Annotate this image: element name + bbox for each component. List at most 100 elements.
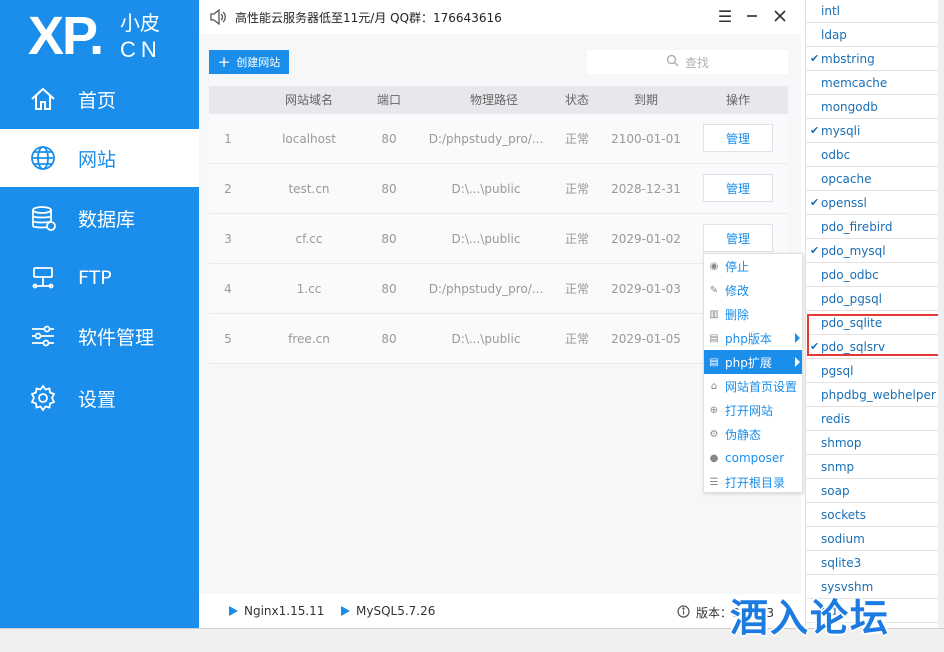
- extension-item-intl[interactable]: intl: [806, 0, 939, 23]
- nginx-status[interactable]: Nginx1.15.11: [229, 604, 324, 618]
- sidebar-item-software[interactable]: 软件管理: [0, 307, 199, 365]
- menu-item-label: 网站首页设置: [725, 379, 798, 394]
- menu-item-php-version[interactable]: ▤ php版本: [704, 326, 802, 350]
- menu-item-label: composer: [725, 451, 785, 465]
- menu-item-open-website[interactable]: ⊕ 打开网站: [704, 398, 802, 422]
- extension-item-mysqli[interactable]: ✔ mysqli: [806, 120, 939, 143]
- extension-label: redis: [821, 412, 851, 426]
- watermark-text: 酒入论坛: [730, 596, 891, 640]
- gear-icon: [28, 383, 58, 413]
- row-domain: localhost: [282, 132, 336, 146]
- search-placeholder: 查找: [684, 55, 709, 70]
- mysql-status[interactable]: MySQL5.7.26: [341, 604, 435, 618]
- globe-icon: ⊕: [709, 404, 719, 416]
- extension-item-openssl[interactable]: ✔ openssl: [806, 192, 939, 215]
- row-status: 正常: [564, 232, 589, 246]
- edit-icon: ✎: [709, 284, 719, 296]
- extension-item-pdo-firebird[interactable]: pdo_firebird: [806, 216, 939, 239]
- table-row[interactable]: 2 test.cn 80 D:\...\public 正常 2028-12-31…: [209, 164, 788, 214]
- extension-label: intl: [821, 4, 840, 18]
- extension-item-sodium[interactable]: sodium: [806, 528, 939, 551]
- submenu-arrow-icon: [795, 333, 800, 343]
- extension-label: mongodb: [821, 100, 878, 114]
- menu-item-rewrite[interactable]: ⚙ 伪静态: [704, 422, 802, 446]
- extension-item-redis[interactable]: redis: [806, 408, 939, 431]
- menu-item-open-root[interactable]: ☰ 打开根目录: [704, 470, 802, 494]
- row-path: D:/phpstudy_pro/...: [428, 282, 544, 296]
- extension-label: pdo_mysql: [821, 244, 886, 258]
- extension-item-phpdbg-webhelper[interactable]: phpdbg_webhelper: [806, 384, 939, 407]
- close-icon[interactable]: [770, 6, 790, 26]
- sidebar-item-settings[interactable]: 设置: [0, 369, 199, 427]
- file-icon: ▤: [709, 332, 719, 344]
- extension-item-mbstring[interactable]: ✔ mbstring: [806, 48, 939, 71]
- row-path: D:\...\public: [451, 182, 521, 196]
- row-index: 3: [224, 232, 232, 246]
- row-status: 正常: [564, 332, 589, 346]
- submenu-arrow-icon: [795, 357, 800, 367]
- row-domain: cf.cc: [295, 232, 323, 246]
- extension-item-sockets[interactable]: sockets: [806, 504, 939, 527]
- extension-item-odbc[interactable]: odbc: [806, 144, 939, 167]
- extension-item-shmop[interactable]: shmop: [806, 432, 939, 455]
- search-input[interactable]: 查找: [587, 50, 788, 74]
- highlight-box: [807, 314, 942, 356]
- table-row[interactable]: 4 1.cc 80 D:/phpstudy_pro/... 正常 2029-01…: [209, 264, 788, 314]
- minimize-icon[interactable]: [742, 6, 762, 26]
- table-row[interactable]: 5 free.cn 80 D:\...\public 正常 2029-01-05: [209, 314, 788, 364]
- extension-item-memcache[interactable]: memcache: [806, 72, 939, 95]
- create-website-button[interactable]: + 创建网站: [209, 50, 289, 74]
- menu-item-label: php版本: [725, 331, 772, 346]
- row-expire: 2029-01-05: [611, 332, 681, 346]
- checkmark-icon: ✔: [810, 244, 820, 257]
- row-expire: 2028-12-31: [611, 182, 681, 196]
- extension-item-mongodb[interactable]: mongodb: [806, 96, 939, 119]
- extension-label: phpdbg_webhelper: [821, 388, 936, 402]
- menu-item-homepage-settings[interactable]: ⌂ 网站首页设置: [704, 374, 802, 398]
- sidebar-item-ftp[interactable]: FTP: [0, 249, 199, 307]
- extension-item-pdo-pgsql[interactable]: pdo_pgsql: [806, 288, 939, 311]
- extension-item-pgsql[interactable]: pgsql: [806, 360, 939, 383]
- menu-item-composer[interactable]: ● composer: [704, 446, 802, 470]
- extension-item-soap[interactable]: soap: [806, 480, 939, 503]
- table-row[interactable]: 1 localhost 80 D:/phpstudy_pro/... 正常 21…: [209, 114, 788, 164]
- menu-icon[interactable]: ☰: [715, 6, 735, 26]
- extension-label: soap: [821, 484, 850, 498]
- manage-button[interactable]: 管理: [703, 224, 773, 252]
- sidebar-item-database[interactable]: 数据库: [0, 189, 199, 247]
- play-icon: [341, 606, 350, 616]
- menu-item-php-extensions[interactable]: ▤ php扩展: [704, 350, 802, 374]
- menu-item-label: 删除: [725, 307, 750, 322]
- extension-item-sqlite3[interactable]: sqlite3: [806, 552, 939, 575]
- announcement-text[interactable]: 高性能云服务器低至11元/月 QQ群：176643616: [235, 9, 502, 26]
- menu-item-label: php扩展: [725, 355, 772, 370]
- column-header-port: 端口: [376, 93, 401, 107]
- extension-item-snmp[interactable]: snmp: [806, 456, 939, 479]
- extension-item-pdo-mysql[interactable]: ✔ pdo_mysql: [806, 240, 939, 263]
- sidebar-item-website[interactable]: 网站: [0, 129, 199, 187]
- extension-item-ldap[interactable]: ldap: [806, 24, 939, 47]
- extension-label: odbc: [821, 148, 851, 162]
- home-icon: ⌂: [710, 380, 718, 392]
- extension-label: snmp: [821, 460, 855, 474]
- menu-item-label: 停止: [725, 259, 750, 274]
- extension-item-opcache[interactable]: opcache: [806, 168, 939, 191]
- menu-item-edit[interactable]: ✎ 修改: [704, 278, 802, 302]
- sidebar-item-label: 软件管理: [78, 326, 155, 349]
- sidebar-item-home[interactable]: 首页: [0, 70, 199, 128]
- sidebar: XP. 小皮 CN 首页 网站 数据库 FTP 软件管理 设置: [0, 0, 199, 628]
- manage-button[interactable]: 管理: [703, 174, 773, 202]
- extension-item-pdo-odbc[interactable]: pdo_odbc: [806, 264, 939, 287]
- manage-button[interactable]: 管理: [703, 124, 773, 152]
- menu-item-delete[interactable]: ▥ 删除: [704, 302, 802, 326]
- row-domain: 1.cc: [296, 282, 322, 296]
- logo-cn-bottom: CN: [120, 37, 162, 62]
- menu-item-stop[interactable]: ◉ 停止: [704, 254, 802, 278]
- status-bar: Nginx1.15.11 MySQL5.7.26 版本：8.1.1.3: [199, 594, 801, 628]
- extension-label: pdo_pgsql: [821, 292, 883, 306]
- extension-label: pdo_odbc: [821, 268, 879, 282]
- row-status: 正常: [564, 182, 589, 196]
- speaker-icon: [209, 8, 227, 29]
- column-header-domain: 网站域名: [284, 93, 333, 107]
- table-row[interactable]: 3 cf.cc 80 D:\...\public 正常 2029-01-02 管…: [209, 214, 788, 264]
